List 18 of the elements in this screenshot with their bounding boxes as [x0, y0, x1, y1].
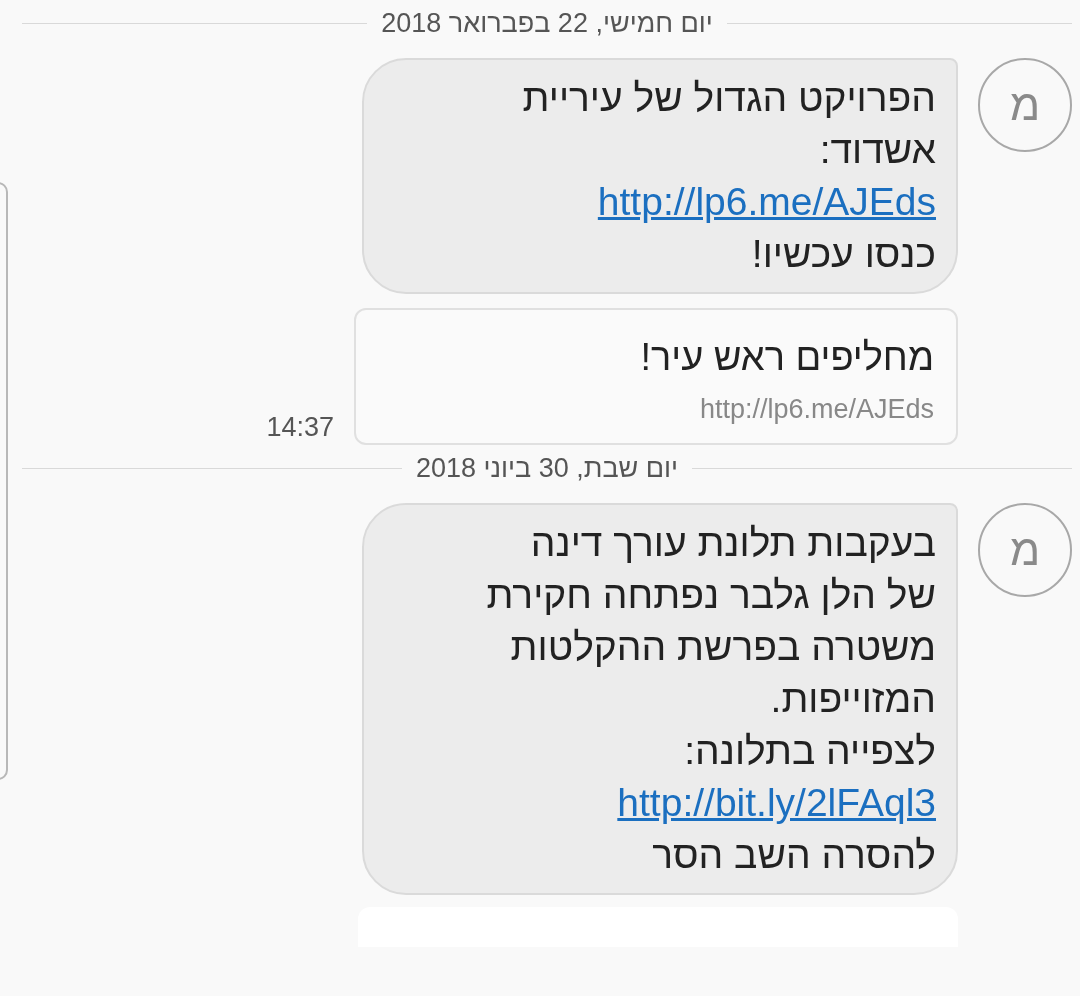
avatar[interactable]: מ	[978, 503, 1072, 597]
preview-title: מחליפים ראש עיר!	[639, 335, 934, 380]
preview-url: http://lp6.me/AJEds	[698, 394, 934, 425]
message-text: לצפייה בתלונה:	[684, 728, 936, 774]
message-text: המזוייפות.	[770, 676, 936, 722]
message-text: אשדוד:	[819, 127, 936, 173]
message-text: של הלן גלבר נפתחה חקירת	[486, 572, 936, 618]
date-separator: יום חמישי, 22 בפברואר 2018	[381, 7, 713, 39]
message-link[interactable]: http://bit.ly/2lFAql3	[617, 777, 936, 829]
message-time: 14:37	[266, 412, 334, 443]
date-separator: יום שבת, 30 ביוני 2018	[415, 452, 679, 484]
message-text: הפרויקט הגדול של עיריית	[522, 75, 936, 121]
message-text: להסרה השב הסר	[652, 832, 936, 878]
message-link[interactable]: http://lp6.me/AJEds	[597, 176, 936, 228]
message-text: כנסו עכשיו!	[751, 231, 936, 277]
avatar[interactable]: מ	[978, 58, 1072, 152]
message-text: משטרה בפרשת ההקלטות	[510, 624, 936, 670]
message-text: בעקבות תלונת עורך דינה	[530, 520, 936, 566]
